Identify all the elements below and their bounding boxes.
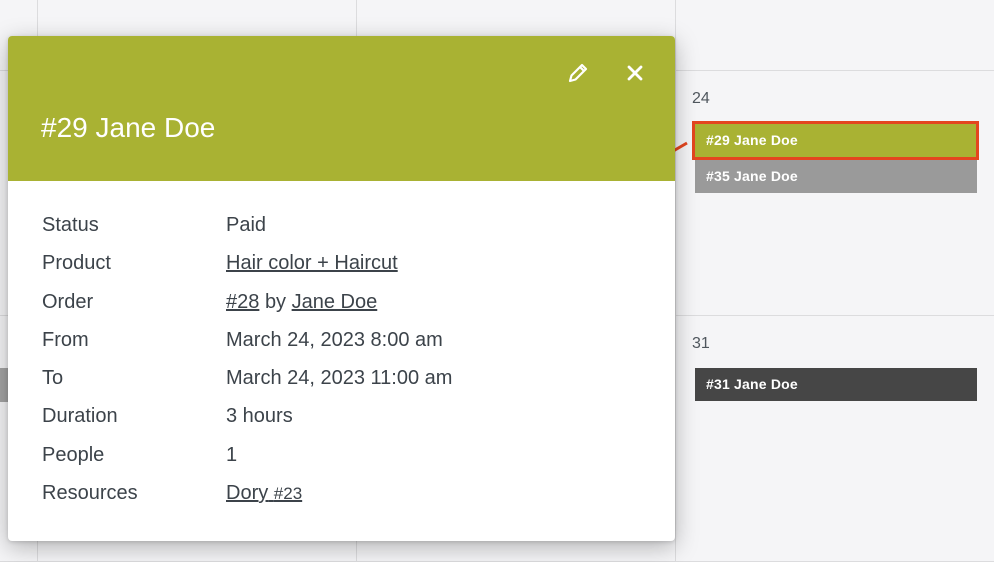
close-icon[interactable] xyxy=(622,60,648,86)
booking-popup: #29 Jane Doe Status Paid Product Hair co… xyxy=(8,36,675,541)
product-label: Product xyxy=(42,252,111,275)
event-stub[interactable] xyxy=(0,368,8,402)
grid-line xyxy=(675,0,676,562)
order-by-text: by xyxy=(264,290,287,313)
duration-value: 3 hours xyxy=(226,405,293,428)
resource-id: #23 xyxy=(273,484,303,504)
from-label: From xyxy=(42,328,89,351)
resource-link[interactable]: Dory #23 xyxy=(226,482,302,504)
order-label: Order xyxy=(42,290,94,313)
popup-title: #29 Jane Doe xyxy=(41,112,216,143)
event-highlight-box xyxy=(692,121,979,160)
calendar-event[interactable]: #31 Jane Doe xyxy=(695,368,977,401)
product-link[interactable]: Hair color + Haircut xyxy=(226,252,398,274)
resources-label: Resources xyxy=(42,482,138,505)
people-label: People xyxy=(42,443,105,466)
from-value: March 24, 2023 8:00 am xyxy=(226,328,443,351)
resource-name: Dory xyxy=(226,482,269,505)
calendar-event[interactable]: #35 Jane Doe xyxy=(695,160,977,193)
status-value: Paid xyxy=(226,214,267,236)
pencil-icon[interactable] xyxy=(565,60,591,86)
status-label: Status xyxy=(42,214,99,236)
order-link[interactable]: #28 xyxy=(226,291,259,313)
duration-label: Duration xyxy=(42,405,118,428)
day-number: 24 xyxy=(692,90,710,107)
people-value: 1 xyxy=(226,443,238,466)
to-label: To xyxy=(42,367,64,390)
day-number: 31 xyxy=(692,335,710,352)
to-value: March 24, 2023 11:00 am xyxy=(226,367,453,390)
customer-link[interactable]: Jane Doe xyxy=(292,291,378,313)
popup-header: #29 Jane Doe xyxy=(8,36,675,181)
